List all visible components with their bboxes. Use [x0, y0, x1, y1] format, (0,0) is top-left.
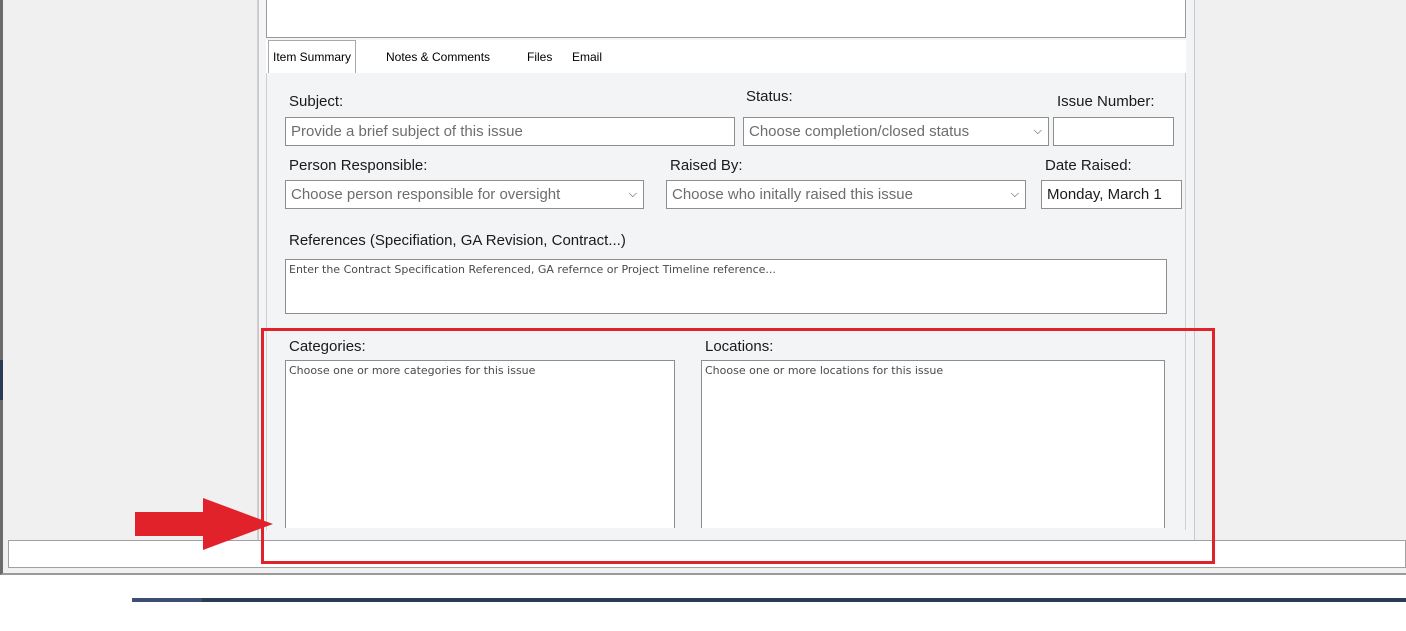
- tab-item-summary[interactable]: Item Summary: [268, 40, 357, 74]
- person-responsible-select[interactable]: Choose person responsible for oversight …: [285, 180, 644, 209]
- raised-by-value: Choose who initally raised this issue: [672, 186, 913, 203]
- description-textbox[interactable]: [266, 0, 1186, 38]
- chevron-down-icon: ⌵: [1010, 188, 1019, 200]
- status-select-value: Choose completion/closed status: [749, 123, 970, 140]
- subject-label: Subject:: [289, 93, 344, 110]
- annotation-arrow-icon: [135, 498, 273, 550]
- person-responsible-value: Choose person responsible for oversight: [291, 186, 561, 203]
- date-raised-label: Date Raised:: [1045, 157, 1132, 174]
- right-pane: [1195, 0, 1406, 540]
- status-label: Status:: [746, 88, 793, 105]
- references-label: References (Specifiation, GA Revision, C…: [289, 232, 626, 249]
- tab-files[interactable]: Files: [523, 40, 556, 74]
- status-select[interactable]: Choose completion/closed status ⌵: [743, 117, 1049, 146]
- tab-email[interactable]: Email: [568, 40, 606, 74]
- raised-by-select[interactable]: Choose who initally raised this issue ⌵: [666, 180, 1026, 209]
- tab-bar: Item Summary Notes & Comments Files Emai…: [266, 40, 1186, 74]
- issue-number-label: Issue Number:: [1057, 93, 1155, 110]
- chevron-down-icon: ⌵: [628, 188, 637, 200]
- chevron-down-icon: ⌵: [1033, 125, 1042, 137]
- date-raised-picker[interactable]: Monday, March 1: [1041, 180, 1182, 209]
- taskbar-strip-accent: [132, 598, 202, 602]
- person-responsible-label: Person Responsible:: [289, 157, 428, 174]
- tab-notes-comments[interactable]: Notes & Comments: [382, 40, 494, 74]
- issue-number-input[interactable]: [1053, 117, 1174, 146]
- raised-by-label: Raised By:: [670, 157, 743, 174]
- subject-input[interactable]: Provide a brief subject of this issue: [285, 117, 735, 146]
- taskbar-strip: [132, 598, 1406, 602]
- left-pane: [3, 0, 258, 540]
- highlight-box: [261, 328, 1215, 564]
- references-input[interactable]: Enter the Contract Specification Referen…: [285, 259, 1167, 314]
